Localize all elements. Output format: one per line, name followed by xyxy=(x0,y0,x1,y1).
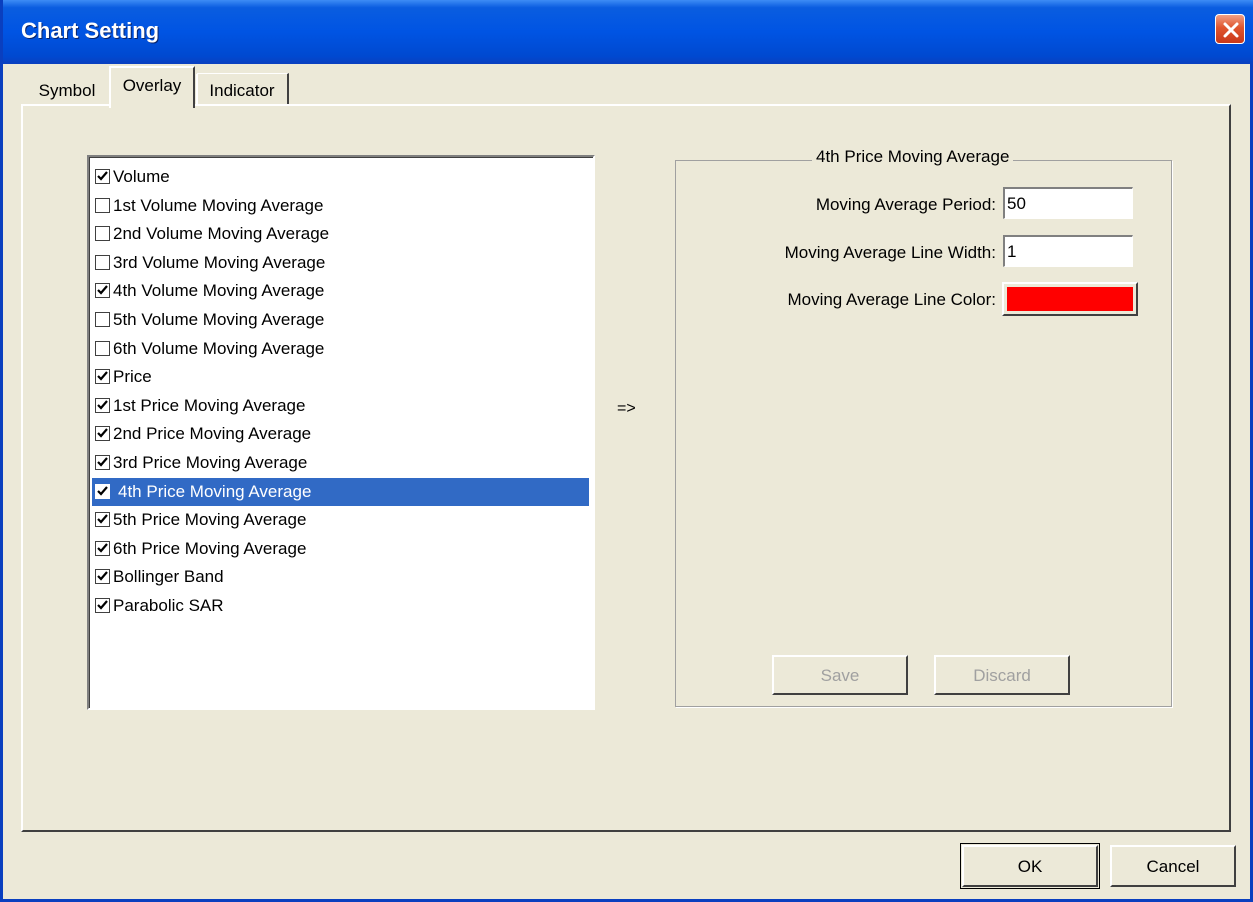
list-item-label: 6th Volume Moving Average xyxy=(113,338,325,358)
check-icon xyxy=(97,514,108,524)
check-icon xyxy=(97,285,108,296)
check-icon xyxy=(97,600,108,610)
checkbox[interactable] xyxy=(95,426,110,442)
list-item[interactable]: Parabolic SAR xyxy=(92,592,589,620)
list-item-label: 6th Price Moving Average xyxy=(113,538,307,558)
list-item[interactable]: 4th Volume Moving Average xyxy=(92,277,589,305)
list-item[interactable]: 5th Price Moving Average xyxy=(92,506,589,534)
discard-button-label: Discard xyxy=(973,666,1031,685)
title-bar[interactable]: Chart Setting xyxy=(3,0,1253,64)
list-item-label: 3rd Volume Moving Average xyxy=(113,252,326,272)
check-icon xyxy=(97,171,108,181)
tab-separator xyxy=(196,74,198,104)
list-item[interactable]: Bollinger Band xyxy=(92,563,589,591)
checkbox[interactable] xyxy=(95,455,110,470)
tab-indicator[interactable]: Indicator xyxy=(197,73,289,107)
list-item[interactable]: Price xyxy=(92,363,589,391)
line-color-label: Moving Average Line Color: xyxy=(787,290,996,309)
list-item-label: 2nd Volume Moving Average xyxy=(113,224,330,244)
check-icon xyxy=(97,371,108,381)
window-title: Chart Setting xyxy=(21,18,160,43)
tab-symbol[interactable]: Symbol xyxy=(26,73,108,107)
checkbox[interactable] xyxy=(95,397,110,413)
list-item[interactable]: 6th Volume Moving Average xyxy=(92,335,589,363)
check-icon xyxy=(97,571,108,582)
list-item-label: 3rd Price Moving Average xyxy=(113,453,308,472)
period-label: Moving Average Period: xyxy=(815,195,996,214)
close-icon xyxy=(1223,22,1239,38)
list-item-label: 5th Price Moving Average xyxy=(113,510,307,530)
check-icon xyxy=(97,543,108,553)
list-item-label: 1st Price Moving Average xyxy=(113,395,306,415)
list-item-label: 5th Volume Moving Average xyxy=(113,310,325,329)
line-width-input[interactable] xyxy=(1003,235,1133,267)
check-icon xyxy=(97,400,108,410)
list-item-label: Volume xyxy=(113,167,170,186)
check-icon xyxy=(97,428,108,439)
list-item-label: Parabolic SAR xyxy=(113,596,224,615)
line-color-button[interactable] xyxy=(1002,282,1138,316)
list-item[interactable]: 2nd Price Moving Average xyxy=(92,420,589,448)
ok-button[interactable]: OK xyxy=(960,843,1100,889)
tab-symbol-label: Symbol xyxy=(38,81,96,100)
checkbox[interactable] xyxy=(95,340,110,356)
period-input[interactable] xyxy=(1003,187,1133,219)
overlay-listbox[interactable]: Volume 1st Volume Moving Average 2nd Volum… xyxy=(87,155,595,710)
check-icon xyxy=(97,485,108,496)
list-item-label: 4th Volume Moving Average xyxy=(113,281,325,301)
list-item[interactable]: 3rd Volume Moving Average xyxy=(92,249,589,277)
checkbox[interactable] xyxy=(95,169,110,184)
tab-overlay-label: Overlay xyxy=(122,76,182,95)
list-item[interactable]: 4th Price Moving Average xyxy=(92,477,589,506)
list-item-label: Price xyxy=(113,367,152,387)
cancel-button[interactable]: Cancel xyxy=(1110,845,1236,887)
tab-overlay[interactable]: Overlay xyxy=(109,66,195,108)
checkbox[interactable] xyxy=(95,312,110,327)
arrow-label: => xyxy=(617,400,636,417)
check-icon xyxy=(97,457,108,467)
discard-button[interactable]: Discard xyxy=(934,655,1070,695)
settings-group-title: 4th Price Moving Average xyxy=(812,147,1014,167)
list-item-label: 2nd Price Moving Average xyxy=(113,424,312,444)
save-button[interactable]: Save xyxy=(772,655,908,695)
list-item[interactable]: 5th Volume Moving Average xyxy=(92,306,589,334)
line-width-label: Moving Average Line Width: xyxy=(784,243,996,262)
save-button-label: Save xyxy=(820,666,860,685)
checkbox[interactable] xyxy=(95,540,110,556)
checkbox[interactable] xyxy=(95,283,110,299)
checkbox[interactable] xyxy=(95,483,110,499)
list-item-label: 1st Volume Moving Average xyxy=(113,195,324,215)
checkbox[interactable] xyxy=(95,598,110,613)
checkbox[interactable] xyxy=(95,226,110,242)
checkbox[interactable] xyxy=(95,254,110,270)
checkbox[interactable] xyxy=(95,369,110,385)
line-color-swatch xyxy=(1007,287,1133,311)
list-item-label: 4th Price Moving Average xyxy=(118,481,312,501)
checkbox[interactable] xyxy=(95,197,110,213)
ok-button-label: OK xyxy=(1017,857,1043,876)
list-item[interactable]: 1st Price Moving Average xyxy=(92,392,589,420)
list-item[interactable]: Volume xyxy=(92,163,589,191)
close-button[interactable] xyxy=(1215,14,1245,44)
list-item[interactable]: 2nd Volume Moving Average xyxy=(92,220,589,248)
list-item[interactable]: 1st Volume Moving Average xyxy=(92,192,589,220)
list-item-label: Bollinger Band xyxy=(113,567,224,587)
checkbox[interactable] xyxy=(95,512,110,528)
checkbox[interactable] xyxy=(95,569,110,585)
tab-indicator-label: Indicator xyxy=(209,81,275,100)
cancel-button-label: Cancel xyxy=(1146,857,1200,876)
list-item[interactable]: 6th Price Moving Average xyxy=(92,535,589,563)
list-item[interactable]: 3rd Price Moving Average xyxy=(92,449,589,477)
